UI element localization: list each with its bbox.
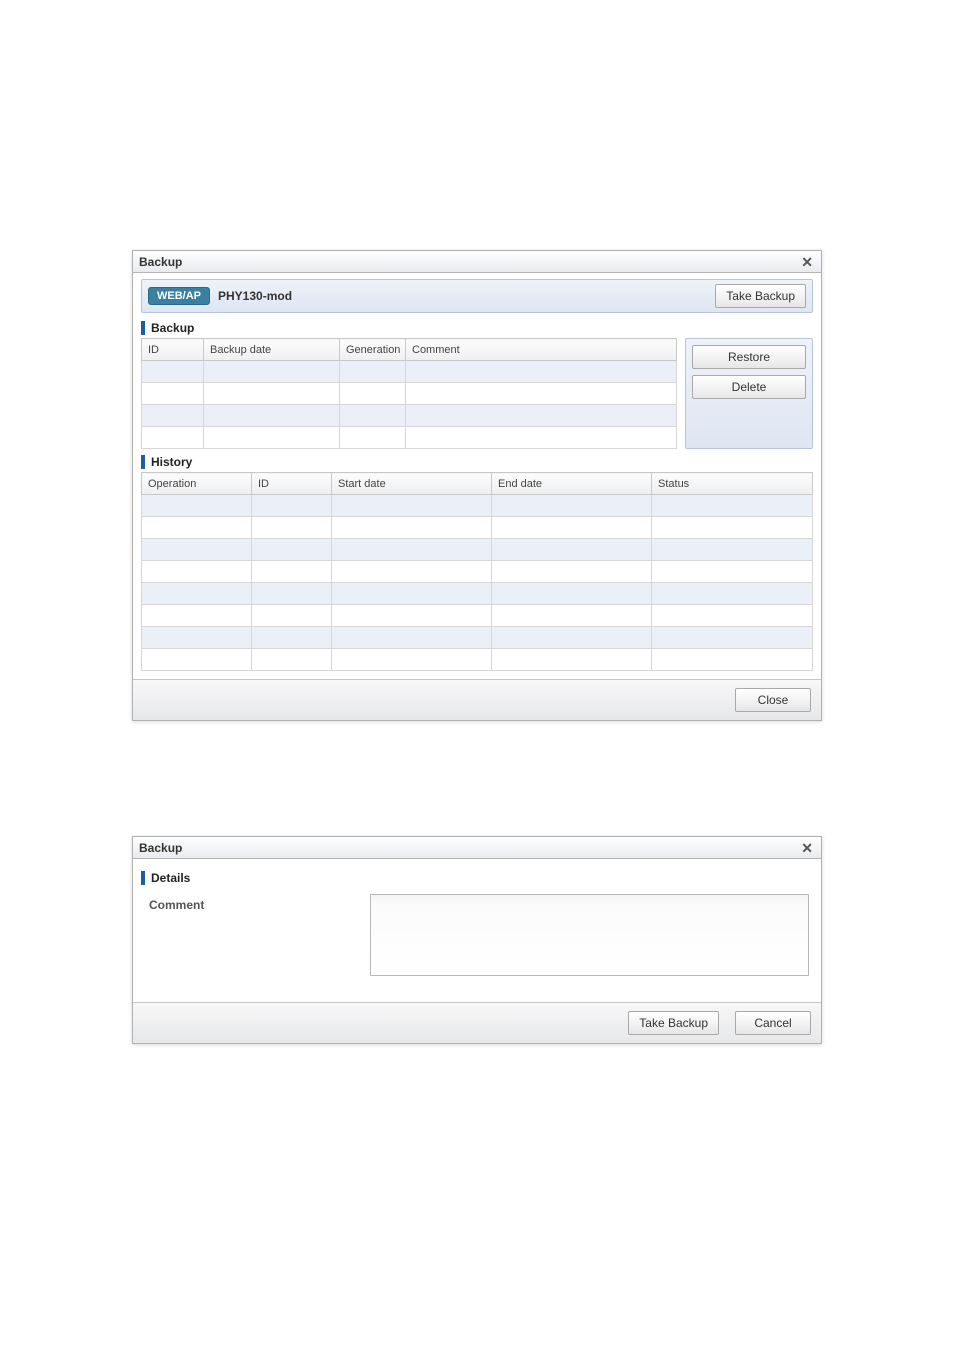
section-bar-icon (141, 871, 145, 885)
section-bar-icon (141, 455, 145, 469)
dialog-footer: Take Backup Cancel (133, 1002, 821, 1043)
section-title: Details (151, 871, 190, 885)
webap-badge: WEB/AP (148, 287, 210, 305)
table-row[interactable] (142, 427, 677, 449)
table-row[interactable] (142, 583, 813, 605)
backup-dialog: Backup ✕ WEB/AP PHY130-mod Take Backup B… (132, 250, 822, 721)
table-header-row: ID Backup date Generation Comment (142, 339, 677, 361)
table-row[interactable] (142, 561, 813, 583)
device-name: PHY130-mod (218, 289, 292, 303)
delete-button[interactable]: Delete (692, 375, 806, 399)
device-bar: WEB/AP PHY130-mod Take Backup (141, 279, 813, 313)
table-row[interactable] (142, 649, 813, 671)
col-comment: Comment (406, 339, 677, 361)
dialog-title: Backup (139, 841, 182, 855)
dialog-footer: Close (133, 679, 821, 720)
col-backup-date: Backup date (204, 339, 340, 361)
table-row[interactable] (142, 361, 677, 383)
section-title: Backup (151, 321, 194, 335)
table-row[interactable] (142, 495, 813, 517)
table-header-row: Operation ID Start date End date Status (142, 473, 813, 495)
col-id: ID (252, 473, 332, 495)
take-backup-button[interactable]: Take Backup (628, 1011, 719, 1035)
cancel-button[interactable]: Cancel (735, 1011, 811, 1035)
table-row[interactable] (142, 539, 813, 561)
col-id: ID (142, 339, 204, 361)
table-row[interactable] (142, 605, 813, 627)
col-generation: Generation (340, 339, 406, 361)
section-history-label: History (141, 455, 813, 469)
backup-actions-panel: Restore Delete (685, 338, 813, 449)
backup-details-dialog: Backup ✕ Details Comment Take Backup Can… (132, 836, 822, 1044)
col-operation: Operation (142, 473, 252, 495)
restore-button[interactable]: Restore (692, 345, 806, 369)
col-end-date: End date (492, 473, 652, 495)
titlebar: Backup ✕ (133, 251, 821, 273)
table-row[interactable] (142, 517, 813, 539)
take-backup-button[interactable]: Take Backup (715, 284, 806, 308)
backup-table[interactable]: ID Backup date Generation Comment (141, 338, 677, 449)
table-row[interactable] (142, 405, 677, 427)
section-backup-label: Backup (141, 321, 813, 335)
section-details-label: Details (141, 871, 813, 885)
col-status: Status (652, 473, 813, 495)
section-bar-icon (141, 321, 145, 335)
comment-label: Comment (145, 894, 360, 916)
table-row[interactable] (142, 383, 677, 405)
history-table[interactable]: Operation ID Start date End date Status (141, 472, 813, 671)
table-row[interactable] (142, 627, 813, 649)
close-icon[interactable]: ✕ (799, 255, 815, 269)
titlebar: Backup ✕ (133, 837, 821, 859)
close-icon[interactable]: ✕ (799, 841, 815, 855)
col-start-date: Start date (332, 473, 492, 495)
section-title: History (151, 455, 192, 469)
dialog-title: Backup (139, 255, 182, 269)
details-row: Comment (141, 888, 813, 994)
comment-input[interactable] (370, 894, 809, 976)
close-button[interactable]: Close (735, 688, 811, 712)
